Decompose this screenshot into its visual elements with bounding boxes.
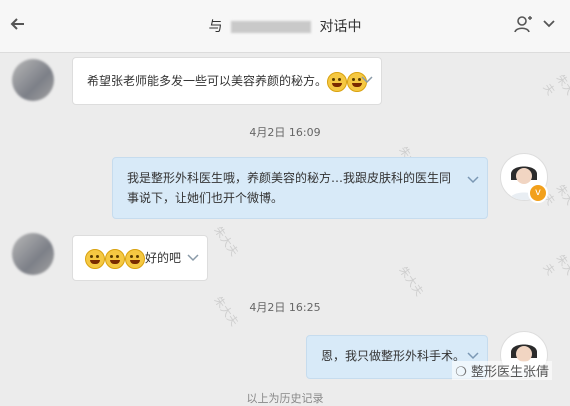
verified-badge-icon: v bbox=[528, 183, 548, 203]
message-text: 好的吧 bbox=[85, 248, 181, 269]
chevron-down-icon[interactable] bbox=[187, 254, 199, 262]
message-text: 恩，我只做整形外科手术。 bbox=[321, 349, 466, 363]
title-suffix: 对话中 bbox=[319, 19, 362, 35]
laugh-emoji-icon bbox=[85, 248, 105, 269]
message-bubble: 希望张老师能多发一些可以美容养颜的秘方。 bbox=[72, 57, 382, 105]
contact-avatar[interactable] bbox=[12, 59, 54, 101]
message-bubble: 我是整形外科医生哦，养颜美容的秘方…我跟皮肤科的医生同事说下，让她们也开个微博。 bbox=[112, 157, 488, 219]
message-bubble: 好的吧 bbox=[72, 235, 208, 281]
chat-header: 与 对话中 bbox=[0, 0, 570, 53]
chevron-down-icon[interactable] bbox=[361, 76, 373, 84]
contact-avatar[interactable] bbox=[12, 233, 54, 275]
message-text: 我是整形外科医生哦，养颜美容的秘方…我跟皮肤科的医生同事说下，让她们也开个微博。 bbox=[127, 171, 452, 205]
watermark: 朱大夫 bbox=[211, 224, 241, 259]
title-prefix: 与 bbox=[208, 19, 223, 35]
timestamp: 4月2日 16:25 bbox=[249, 301, 321, 314]
timestamp: 4月2日 16:09 bbox=[249, 126, 321, 139]
header-actions bbox=[514, 16, 555, 33]
chevron-down-icon[interactable] bbox=[467, 352, 479, 360]
history-divider: 以上为历史记录 bbox=[246, 392, 324, 405]
chevron-down-icon[interactable] bbox=[543, 20, 555, 28]
chat-title: 与 对话中 bbox=[0, 16, 570, 36]
user-icon[interactable] bbox=[514, 16, 532, 33]
laugh-emoji-icon bbox=[125, 248, 145, 269]
watermark: 朱大夫 bbox=[540, 71, 570, 98]
message-text: 希望张老师能多发一些可以美容养颜的秘方。 bbox=[87, 71, 368, 92]
wechat-icon: ❍ bbox=[455, 365, 467, 380]
wechat-watermark: ❍ 整形医生张倩 bbox=[452, 361, 552, 380]
laugh-emoji-icon bbox=[105, 248, 125, 269]
chevron-down-icon[interactable] bbox=[467, 176, 479, 184]
watermark: 朱大夫 bbox=[396, 264, 426, 299]
grin-emoji-icon bbox=[327, 71, 348, 92]
blurred-username bbox=[231, 21, 311, 33]
chat-area[interactable]: 朱大夫 朱大夫 朱大夫 朱大夫 朱大夫 朱大夫 朱大夫 希望张老师能多发一些可以… bbox=[0, 53, 570, 405]
watermark: 朱大夫 bbox=[540, 251, 570, 278]
